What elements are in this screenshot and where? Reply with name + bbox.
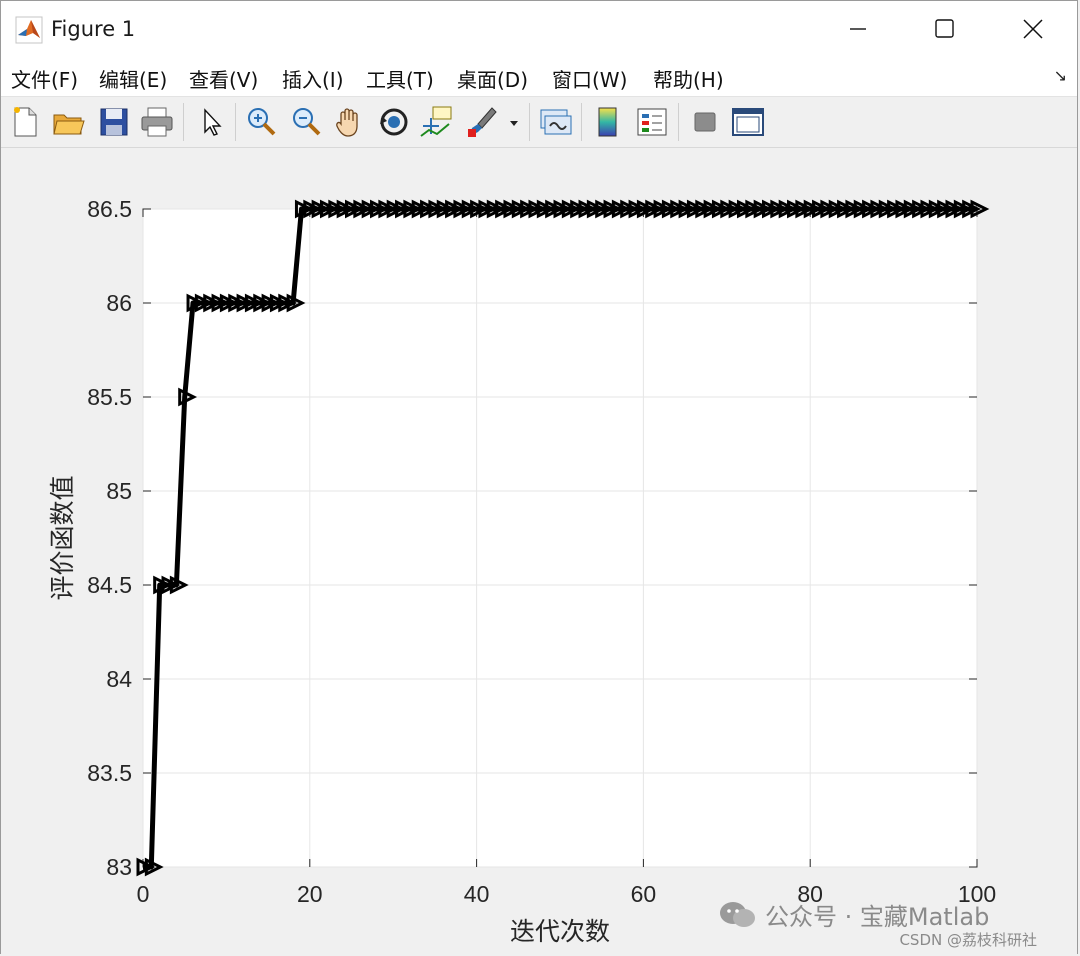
line-chart: 0 20 40 60 80 1008383.58484.58585.58686.5 迭代次… — [48, 196, 996, 946]
data-cursor-icon[interactable] — [419, 104, 455, 140]
toolbar-toggle-arrow[interactable]: ↘ — [1054, 66, 1067, 85]
menu-file[interactable]: 文件(F) — [11, 64, 78, 93]
credit-text: CSDN @荔枝科研社 — [899, 931, 1037, 949]
menu-window[interactable]: 窗口(W) — [552, 64, 627, 93]
menu-edit[interactable]: 编辑(E) — [99, 64, 167, 93]
x-tick-label: 0 — [137, 881, 150, 907]
save-icon[interactable] — [96, 104, 132, 140]
open-file-icon[interactable] — [51, 104, 87, 140]
pointer-icon[interactable] — [193, 104, 229, 140]
toolbar-separator — [183, 103, 184, 141]
print-icon[interactable] — [139, 104, 175, 140]
y-tick-label: 83.5 — [87, 760, 132, 786]
y-axis-label: 评价函数值 — [48, 475, 77, 600]
matlab-logo-icon — [15, 16, 43, 44]
pan-hand-icon[interactable] — [332, 104, 368, 140]
minimize-button[interactable] — [813, 1, 903, 58]
y-tick-label: 86 — [106, 290, 132, 316]
maximize-button[interactable] — [899, 1, 989, 58]
show-plot-tools-icon[interactable] — [730, 104, 766, 140]
x-tick-label: 40 — [464, 881, 490, 907]
menu-view[interactable]: 查看(V) — [189, 64, 258, 93]
toolbar-separator — [581, 103, 582, 141]
window-title: Figure 1 — [51, 17, 136, 41]
toolbar-separator — [235, 103, 236, 141]
x-axis-label: 迭代次数 — [510, 917, 610, 946]
y-tick-label: 83 — [106, 854, 132, 880]
colorbar-icon[interactable] — [590, 104, 626, 140]
hide-plot-tools-icon[interactable] — [687, 104, 723, 140]
figure-toolbar — [1, 97, 1077, 148]
y-tick-label: 84.5 — [87, 572, 132, 598]
menu-desktop[interactable]: 桌面(D) — [457, 64, 528, 93]
toolbar-separator — [529, 103, 530, 141]
y-tick-label: 85.5 — [87, 384, 132, 410]
new-figure-icon[interactable] — [7, 104, 43, 140]
menu-tools[interactable]: 工具(T) — [366, 64, 434, 93]
legend-icon[interactable] — [634, 104, 670, 140]
title-bar[interactable]: Figure 1 — [1, 1, 1077, 58]
rotate-3d-icon[interactable] — [376, 104, 412, 140]
figure-canvas: 0 20 40 60 80 100 83 83.5 84 84.5 85 85.5 86 86.5 迭代次… — [1, 148, 1077, 955]
zoom-in-icon[interactable] — [243, 104, 279, 140]
y-tick-label: 84 — [106, 666, 132, 692]
menu-bar: 文件(F) 编辑(E) 查看(V) 插入(I) 工具(T) 桌面(D) 窗口(W… — [1, 58, 1077, 97]
menu-help[interactable]: 帮助(H) — [653, 64, 724, 93]
x-tick-label: 60 — [631, 881, 657, 907]
zoom-out-icon[interactable] — [288, 104, 324, 140]
link-plot-icon[interactable] — [538, 104, 574, 140]
close-button[interactable] — [987, 1, 1077, 58]
menu-insert[interactable]: 插入(I) — [282, 64, 344, 93]
x-tick-label: 20 — [297, 881, 323, 907]
watermark-text: 公众号 · 宝藏Matlab — [765, 903, 990, 931]
figure-window: Figure 1 文件(F) 编辑(E) 查看(V) 插入(I) 工具(T) 桌… — [0, 0, 1078, 955]
y-tick-label: 86.5 — [87, 196, 132, 222]
toolbar-separator — [678, 103, 679, 141]
brush-icon[interactable] — [464, 104, 500, 140]
y-tick-label: 85 — [106, 478, 132, 504]
brush-dropdown-icon[interactable] — [504, 104, 524, 140]
wechat-icon — [719, 900, 757, 936]
